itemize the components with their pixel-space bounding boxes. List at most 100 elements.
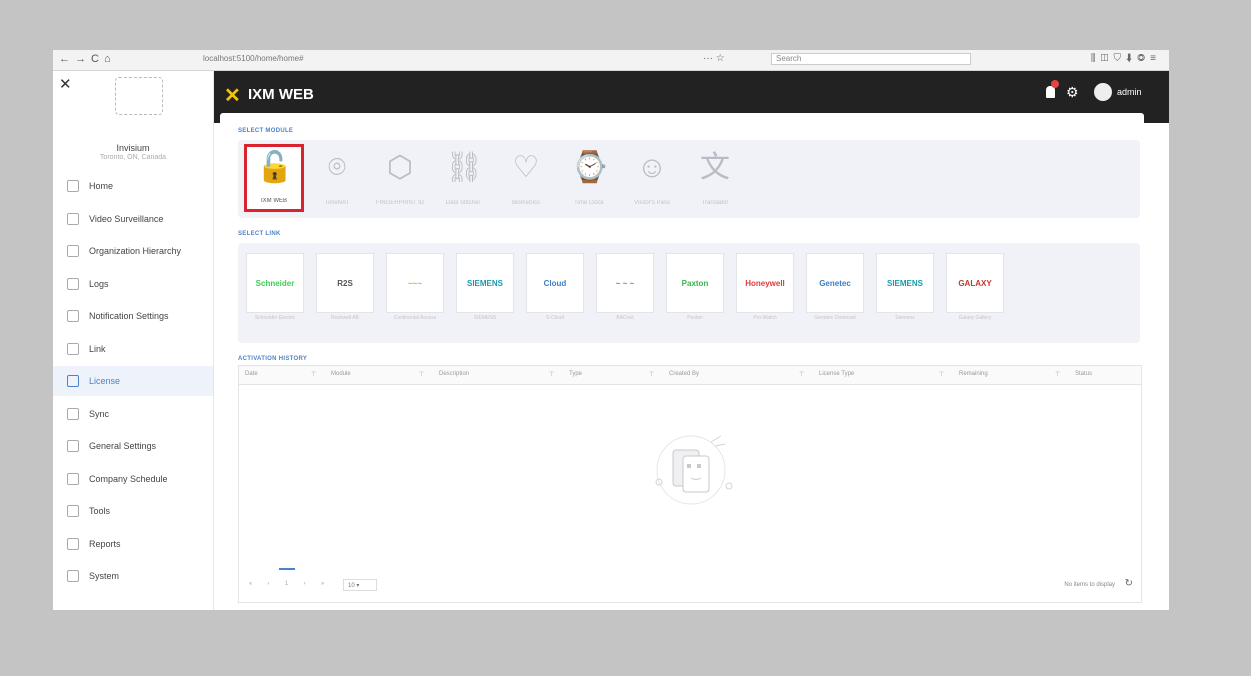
username[interactable]: admin	[1117, 87, 1142, 97]
module-tile[interactable]: ⬡ FINGERPRINT ID	[370, 144, 430, 212]
prev-page-button[interactable]: ‹	[265, 581, 272, 589]
sidebar-item-link[interactable]: Link	[53, 334, 213, 364]
sidebar-item-system[interactable]: System	[53, 561, 213, 591]
link-tile[interactable]: SIEMENS SIEMENS	[456, 253, 514, 325]
close-icon[interactable]: ✕	[59, 75, 72, 93]
sidebar-item-icon	[67, 472, 79, 485]
sidebar-item-license[interactable]: License	[53, 366, 213, 396]
page-number-button[interactable]: 1	[283, 581, 290, 589]
link-tile[interactable]: SIEMENS Siemens	[876, 253, 934, 325]
link-tile[interactable]: ~ ~ ~ BACnet	[596, 253, 654, 325]
sidebar-item-label: Sync	[89, 408, 110, 419]
scroll-indicator	[279, 568, 295, 570]
first-page-button[interactable]: «	[247, 581, 254, 589]
column-header-description[interactable]: Description ⊤	[439, 371, 554, 378]
link-label: Paxton	[687, 315, 703, 321]
sidebar-item-company-schedule[interactable]: Company Schedule	[53, 464, 213, 494]
brand-logo-icon: ✕	[224, 85, 241, 107]
column-header-status[interactable]: Status	[1075, 371, 1092, 377]
sidebar-item-label: Video Surveillance	[89, 213, 164, 224]
module-tile[interactable]: 文 Translator	[685, 144, 745, 212]
link-label: Rockwell AB	[331, 315, 359, 321]
link-label: Pro-Watch	[753, 315, 777, 321]
page-actions[interactable]: ··· ☆	[703, 53, 725, 64]
module-tile[interactable]: ☺ Visitor's Pass	[622, 144, 682, 212]
page-size-select[interactable]: 10 ▾	[343, 579, 377, 591]
sidebar-item-tools[interactable]: Tools	[53, 496, 213, 526]
sidebar-item-logs[interactable]: Logs	[53, 269, 213, 299]
sidebar-item-icon	[67, 277, 79, 290]
activation-history-title: ACTIVATION HISTORY	[238, 356, 308, 362]
column-header-date[interactable]: Date ⊤	[245, 371, 316, 378]
module-tile[interactable]: 🔓 IXM WEB	[244, 144, 304, 212]
link-label: BACnet	[616, 315, 634, 321]
avatar[interactable]	[1094, 83, 1112, 101]
column-header-label: Date	[245, 371, 258, 377]
sidebar-item-icon	[67, 537, 79, 550]
activation-history-table: Date ⊤ Module ⊤ Description ⊤ Type ⊤ Created By ⊤…	[238, 365, 1142, 603]
last-page-button[interactable]: »	[319, 581, 326, 589]
browser-nav-buttons[interactable]: ←→C⌂	[59, 53, 116, 65]
module-icon: ⛓	[445, 151, 484, 184]
module-tile[interactable]: ⛓ Data Stitcher	[433, 144, 493, 212]
sidebar-item-reports[interactable]: Reports	[53, 529, 213, 559]
sidebar-item-general-settings[interactable]: General Settings	[53, 431, 213, 461]
link-tile[interactable]: R2S Rockwell AB	[316, 253, 374, 325]
link-tile[interactable]: Schneider Schneider Electric	[246, 253, 304, 325]
gear-icon[interactable]: ⚙	[1066, 84, 1079, 101]
link-tile[interactable]: GALAXY Galaxy Gallery	[946, 253, 1004, 325]
browser-toolbar-icons[interactable]: ⫼◫⛉⬇◎≡	[1091, 53, 1161, 64]
refresh-icon[interactable]: ↻	[1125, 578, 1133, 589]
link-label: SIEMENS	[473, 315, 497, 321]
module-label: Biometrics	[511, 200, 540, 206]
sidebar-item-label: System	[89, 571, 120, 581]
link-tile[interactable]: Genetec Genetec Omnicast	[806, 253, 864, 325]
column-header-label: Type	[569, 371, 583, 377]
page-size-value: 10	[348, 583, 355, 589]
column-header-license-type[interactable]: License Type ⊤	[819, 371, 944, 378]
link-label: Continental Access	[393, 315, 437, 321]
sidebar-item-organization-hierarchy[interactable]: Organization Hierarchy	[53, 236, 213, 266]
license-content: SELECT MODULE 🔓 IXM WEB ⌾ TimeNAT ⬡ FINGERPRI…	[220, 113, 1144, 610]
module-label: FINGERPRINT ID	[375, 200, 425, 206]
link-tile[interactable]: Honeywell Pro-Watch	[736, 253, 794, 325]
sidebar-item-icon	[67, 505, 79, 517]
browser-search-input[interactable]: Search	[771, 53, 971, 65]
sidebar-item-icon	[67, 407, 79, 420]
module-label: Time Clock	[574, 200, 604, 206]
module-icon: ⌾	[328, 151, 346, 184]
column-header-label: License Type	[819, 371, 855, 377]
column-header-type[interactable]: Type ⊤	[569, 371, 654, 378]
link-label: Siemens	[895, 315, 915, 321]
module-label: Data Stitcher	[445, 200, 481, 206]
module-tile[interactable]: ⌾ TimeNAT	[307, 144, 367, 212]
sidebar-item-label: Organization Hierarchy	[89, 246, 182, 256]
module-icon: 🔓	[256, 151, 294, 184]
empty-message: No items to display	[1064, 582, 1115, 588]
organization-location: Toronto, ON, Canada	[99, 154, 167, 161]
link-label: Genetec Omnicast	[814, 315, 856, 321]
sidebar-item-label: Tools	[89, 506, 111, 516]
column-header-module[interactable]: Module ⊤	[331, 371, 424, 378]
link-tile[interactable]: Cloud S-Cloud	[526, 253, 584, 325]
module-tile[interactable]: ♡ Biometrics	[496, 144, 556, 212]
empty-state-illustration	[655, 435, 733, 505]
sidebar-item-label: General Settings	[89, 441, 157, 451]
organization-logo	[115, 77, 163, 115]
link-tile[interactable]: ~~~ Continental Access	[386, 253, 444, 325]
next-page-button[interactable]: ›	[301, 581, 308, 589]
column-header-created-by[interactable]: Created By ⊤	[669, 371, 804, 378]
link-tile[interactable]: Paxton Paxton	[666, 253, 724, 325]
column-header-remaining[interactable]: Remaining ⊤	[959, 371, 1060, 378]
module-tile[interactable]: ⌚ Time Clock	[559, 144, 619, 212]
link-logo: GALAXY	[946, 253, 1004, 313]
sidebar-item-sync[interactable]: Sync	[53, 399, 213, 429]
column-header-label: Module	[331, 371, 351, 377]
module-panel: 🔓 IXM WEB ⌾ TimeNAT ⬡ FINGERPRINT ID ⛓ Data Sti…	[238, 140, 1140, 218]
address-bar[interactable]: localhost:5100/home/home#	[203, 54, 643, 63]
sidebar-item-notification-settings[interactable]: Notification Settings	[53, 301, 213, 331]
sidebar-item-video-surveillance[interactable]: Video Surveillance	[53, 204, 213, 234]
module-label: IXM WEB	[260, 198, 287, 204]
link-logo: ~~~	[386, 253, 444, 313]
sidebar-item-home[interactable]: Home	[53, 171, 213, 201]
